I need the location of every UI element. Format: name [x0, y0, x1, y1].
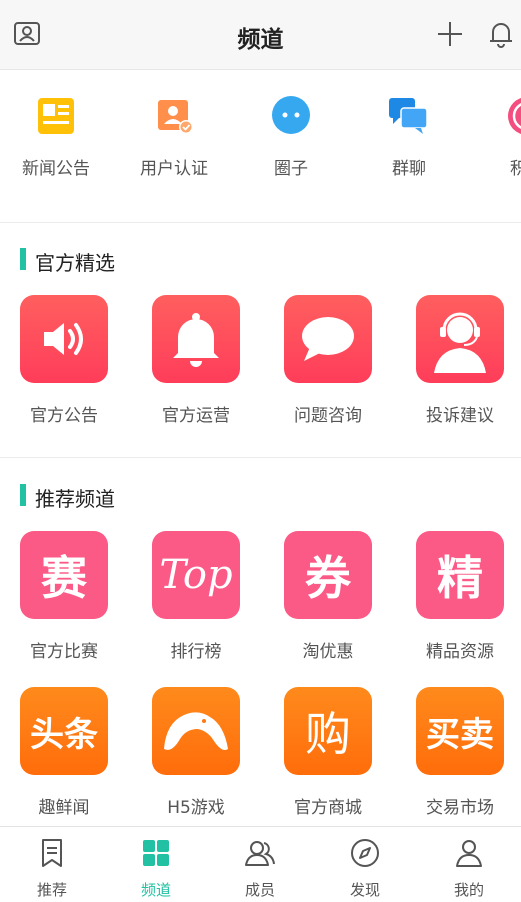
ranking-glyph: Top [159, 552, 233, 598]
headline-glyph: 头条 [30, 714, 98, 755]
speech-bubble-icon [284, 295, 372, 383]
channel-official-mall[interactable]: 购 官方商城 [268, 687, 388, 818]
tab-mine[interactable]: 我的 [417, 833, 521, 900]
contest-icon: 赛 [20, 531, 108, 619]
bell-notification-icon[interactable] [486, 19, 516, 49]
channel-label: 精品资源 [426, 642, 494, 662]
add-icon[interactable] [435, 19, 465, 49]
shopping-icon: 购 [284, 687, 372, 775]
tab-label: 我的 [453, 881, 484, 899]
customer-service-icon [416, 295, 504, 383]
channel-label: 投诉建议 [426, 406, 494, 426]
channel-label: 官方商城 [294, 798, 362, 818]
channel-official-contest[interactable]: 赛 官方比赛 [4, 531, 124, 662]
channel-label: 排行榜 [170, 642, 222, 662]
quick-item-label: 积分 [477, 154, 521, 179]
compass-icon [351, 839, 379, 867]
contest-glyph: 赛 [41, 551, 87, 605]
channel-label: 交易市场 [426, 798, 494, 818]
section-accent-bar [20, 484, 26, 506]
channel-trading-market[interactable]: 买卖 交易市场 [400, 687, 520, 818]
news-icon [34, 94, 78, 138]
tab-label: 频道 [140, 881, 171, 899]
quick-item-group-chat[interactable]: 群聊 [359, 94, 459, 179]
channel-premium-resources[interactable]: 精 精品资源 [400, 531, 520, 662]
section-title-recommended: 推荐频道 [35, 487, 115, 511]
top-header: 频道 [0, 0, 521, 70]
bell-icon [152, 295, 240, 383]
quick-item-label: 用户认证 [140, 159, 208, 179]
coupon-icon: 券 [284, 531, 372, 619]
section-divider [0, 457, 521, 458]
headline-icon: 头条 [20, 687, 108, 775]
channel-coupons[interactable]: 券 淘优惠 [268, 531, 388, 662]
trade-glyph: 买卖 [426, 714, 494, 755]
channel-label: 官方运营 [162, 406, 230, 426]
trade-icon: 买卖 [416, 687, 504, 775]
game-icon [152, 687, 240, 775]
quick-item-news[interactable]: 新闻公告 [6, 94, 106, 179]
quick-item-label: 圈子 [274, 159, 308, 179]
grid-icon [143, 840, 169, 866]
channel-question-consult[interactable]: 问题咨询 [268, 295, 388, 426]
speaker-icon [20, 295, 108, 383]
channel-complaint-suggest[interactable]: 投诉建议 [400, 295, 520, 426]
tab-discover[interactable]: 发现 [313, 833, 417, 900]
quick-item-circle[interactable]: 圈子 [241, 94, 341, 179]
tab-members[interactable]: 成员 [208, 833, 312, 900]
bottom-tab-bar: 推荐 频道 成员 发现 我的 [0, 826, 521, 902]
channel-label: 淘优惠 [302, 642, 354, 662]
channel-official-operation[interactable]: 官方运营 [136, 295, 256, 426]
tab-recommend[interactable]: 推荐 [0, 833, 104, 900]
premium-icon: 精 [416, 531, 504, 619]
channel-label: H5游戏 [167, 798, 225, 818]
tab-label: 发现 [349, 881, 380, 899]
tab-label: 成员 [244, 881, 275, 899]
channel-fun-news[interactable]: 头条 趣鲜闻 [4, 687, 124, 818]
points-icon [505, 94, 521, 138]
quick-item-label: 群聊 [392, 159, 426, 179]
section-accent-bar [20, 248, 26, 270]
profile-icon [456, 840, 482, 867]
coupon-glyph: 券 [305, 551, 351, 605]
quick-item-points[interactable]: 积分 [477, 94, 521, 179]
tab-channel[interactable]: 频道 [104, 833, 208, 900]
chat-bubble-icon [269, 94, 313, 138]
members-icon [245, 841, 275, 866]
quick-access-row: 新闻公告 用户认证 圈子 群聊 积分 [0, 70, 521, 223]
bookmark-icon [42, 839, 62, 867]
group-chat-icon [387, 94, 431, 138]
shopping-glyph: 购 [305, 707, 351, 761]
channel-label: 官方比赛 [30, 642, 98, 662]
channel-official-announcement[interactable]: 官方公告 [4, 295, 124, 426]
ranking-icon: Top [152, 531, 240, 619]
quick-item-user-verify[interactable]: 用户认证 [124, 94, 224, 179]
quick-item-label: 新闻公告 [22, 159, 90, 179]
channel-label: 问题咨询 [294, 406, 362, 426]
channel-ranking[interactable]: Top 排行榜 [136, 531, 256, 662]
channel-label: 官方公告 [30, 406, 98, 426]
channel-label: 趣鲜闻 [38, 798, 90, 818]
section-title-official: 官方精选 [35, 251, 115, 275]
premium-glyph: 精 [437, 551, 483, 605]
tab-label: 推荐 [36, 881, 67, 899]
channel-h5-games[interactable]: H5游戏 [136, 687, 256, 818]
user-verify-icon [152, 94, 196, 138]
